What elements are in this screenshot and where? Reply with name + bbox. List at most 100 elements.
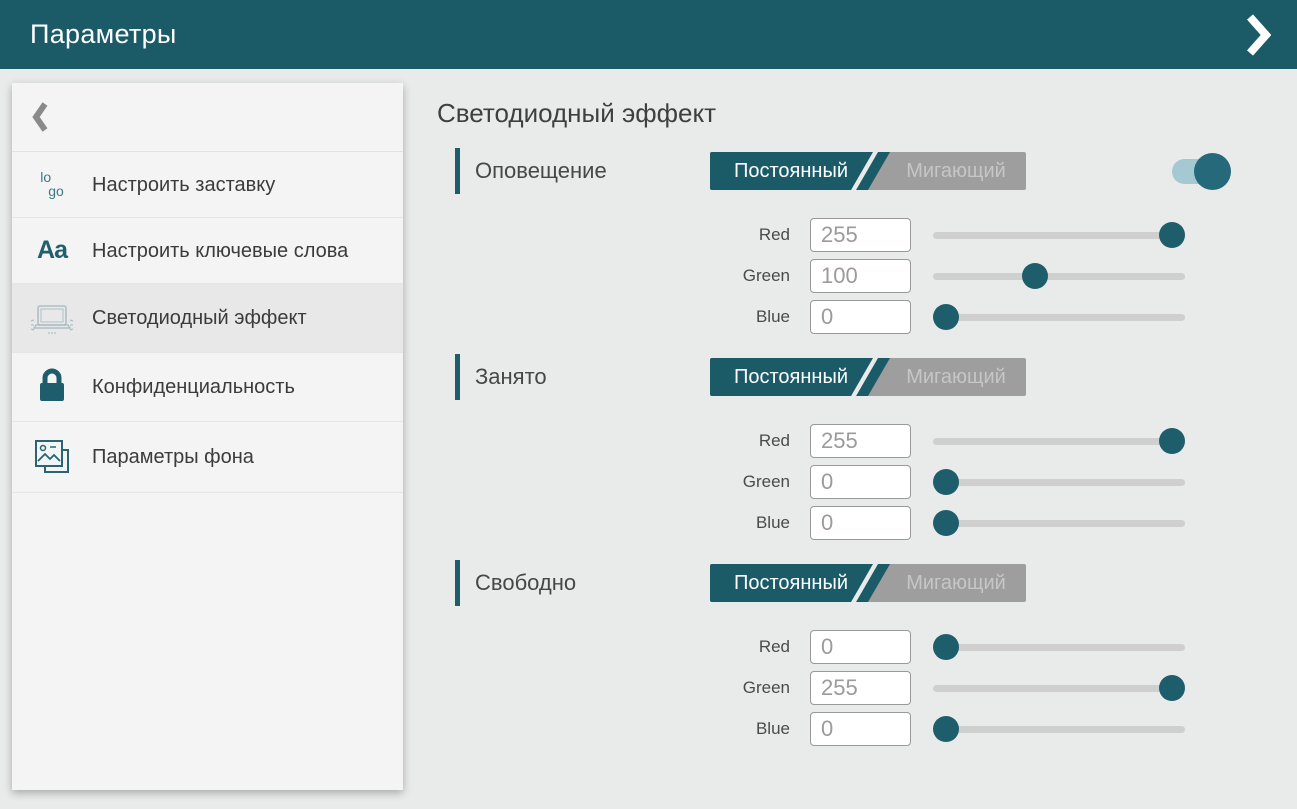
logo-icon: lo go — [12, 171, 92, 198]
green-slider[interactable] — [933, 675, 1185, 701]
lock-icon — [12, 368, 92, 406]
section-header: Оповещение Мигающий Постоянный — [437, 148, 1237, 194]
red-value-input[interactable] — [810, 630, 911, 664]
slider-track — [933, 314, 1185, 321]
slider-thumb[interactable] — [933, 469, 959, 495]
switch-knob — [1194, 153, 1231, 190]
rgb-row-red: Red — [437, 214, 1237, 255]
section-notification: Оповещение Мигающий Постоянный Red Green — [437, 148, 1237, 337]
section-free: Свободно Мигающий Постоянный Red Green — [437, 560, 1237, 749]
sidebar-item-label: Настроить заставку — [92, 172, 275, 198]
blue-slider[interactable] — [933, 510, 1185, 536]
rgb-row-red: Red — [437, 626, 1237, 667]
section-accent-bar — [455, 560, 460, 606]
rgb-row-blue: Blue — [437, 296, 1237, 337]
channel-label: Blue — [437, 513, 790, 533]
section-busy: Занято Мигающий Постоянный Red Green — [437, 354, 1237, 543]
sidebar-item-background[interactable]: Параметры фона — [12, 422, 403, 493]
sidebar-item-label: Светодиодный эффект — [92, 305, 307, 331]
sidebar-item-label: Конфиденциальность — [92, 374, 295, 400]
rgb-rows: Red Green Blue — [437, 420, 1237, 543]
section-header: Занято Мигающий Постоянный — [437, 354, 1237, 400]
app-header: Параметры — [0, 0, 1297, 69]
sidebar-item-privacy[interactable]: Конфиденциальность — [12, 353, 403, 422]
green-value-input[interactable] — [810, 465, 911, 499]
sidebar-item-screensaver[interactable]: lo go Настроить заставку — [12, 152, 403, 218]
back-chevron-icon — [32, 101, 48, 133]
sidebar-item-label: Параметры фона — [92, 444, 254, 470]
sidebar: lo go Настроить заставку Aa Настроить кл… — [12, 83, 403, 790]
channel-label: Green — [437, 266, 790, 286]
rgb-rows: Red Green Blue — [437, 214, 1237, 337]
mode-option-blinking[interactable]: Мигающий — [886, 358, 1026, 396]
rgb-row-green: Green — [437, 461, 1237, 502]
forward-chevron-icon[interactable] — [1245, 13, 1271, 57]
section-label: Занято — [475, 364, 547, 390]
main-title: Светодиодный эффект — [437, 98, 716, 129]
red-slider[interactable] — [933, 428, 1185, 454]
led-display-icon — [12, 299, 92, 337]
slider-track — [933, 520, 1185, 527]
slider-thumb[interactable] — [933, 304, 959, 330]
slider-track — [933, 685, 1185, 692]
sidebar-back-button[interactable] — [12, 83, 403, 152]
red-value-input[interactable] — [810, 218, 911, 252]
channel-label: Green — [437, 678, 790, 698]
mode-toggle-group: Мигающий Постоянный — [710, 358, 1026, 396]
green-slider[interactable] — [933, 263, 1185, 289]
blue-slider[interactable] — [933, 304, 1185, 330]
slider-thumb[interactable] — [1022, 263, 1048, 289]
green-slider[interactable] — [933, 469, 1185, 495]
channel-label: Red — [437, 225, 790, 245]
red-value-input[interactable] — [810, 424, 911, 458]
rgb-row-green: Green — [437, 667, 1237, 708]
section-header: Свободно Мигающий Постоянный — [437, 560, 1237, 606]
rgb-row-green: Green — [437, 255, 1237, 296]
rgb-row-blue: Blue — [437, 708, 1237, 749]
background-images-icon — [12, 437, 92, 477]
section-label: Оповещение — [475, 158, 607, 184]
letters-aa-icon: Aa — [12, 236, 92, 265]
blue-value-input[interactable] — [810, 506, 911, 540]
mode-toggle-group: Мигающий Постоянный — [710, 152, 1026, 190]
channel-label: Blue — [437, 307, 790, 327]
slider-track — [933, 479, 1185, 486]
green-value-input[interactable] — [810, 671, 911, 705]
channel-label: Red — [437, 637, 790, 657]
slider-thumb[interactable] — [933, 634, 959, 660]
notification-enabled-switch[interactable] — [1172, 159, 1218, 184]
sidebar-item-keywords[interactable]: Aa Настроить ключевые слова — [12, 218, 403, 284]
rgb-row-red: Red — [437, 420, 1237, 461]
rgb-rows: Red Green Blue — [437, 626, 1237, 749]
mode-option-blinking[interactable]: Мигающий — [886, 564, 1026, 602]
sidebar-item-label: Настроить ключевые слова — [92, 238, 348, 264]
channel-label: Blue — [437, 719, 790, 739]
section-accent-bar — [455, 354, 460, 400]
blue-value-input[interactable] — [810, 300, 911, 334]
red-slider[interactable] — [933, 634, 1185, 660]
slider-track — [933, 232, 1185, 239]
slider-track — [933, 438, 1185, 445]
blue-slider[interactable] — [933, 716, 1185, 742]
slider-thumb[interactable] — [933, 510, 959, 536]
section-label: Свободно — [475, 570, 576, 596]
green-value-input[interactable] — [810, 259, 911, 293]
page-title: Параметры — [30, 19, 177, 50]
slider-track — [933, 273, 1185, 280]
section-accent-bar — [455, 148, 460, 194]
led-sections: Оповещение Мигающий Постоянный Red Green — [437, 148, 1237, 766]
slider-thumb[interactable] — [1159, 222, 1185, 248]
mode-toggle-group: Мигающий Постоянный — [710, 564, 1026, 602]
slider-thumb[interactable] — [1159, 428, 1185, 454]
blue-value-input[interactable] — [810, 712, 911, 746]
red-slider[interactable] — [933, 222, 1185, 248]
channel-label: Green — [437, 472, 790, 492]
rgb-row-blue: Blue — [437, 502, 1237, 543]
channel-label: Red — [437, 431, 790, 451]
slider-thumb[interactable] — [1159, 675, 1185, 701]
slider-track — [933, 726, 1185, 733]
sidebar-item-led-effect[interactable]: Светодиодный эффект — [12, 284, 403, 353]
slider-thumb[interactable] — [933, 716, 959, 742]
mode-option-blinking[interactable]: Мигающий — [886, 152, 1026, 190]
slider-track — [933, 644, 1185, 651]
